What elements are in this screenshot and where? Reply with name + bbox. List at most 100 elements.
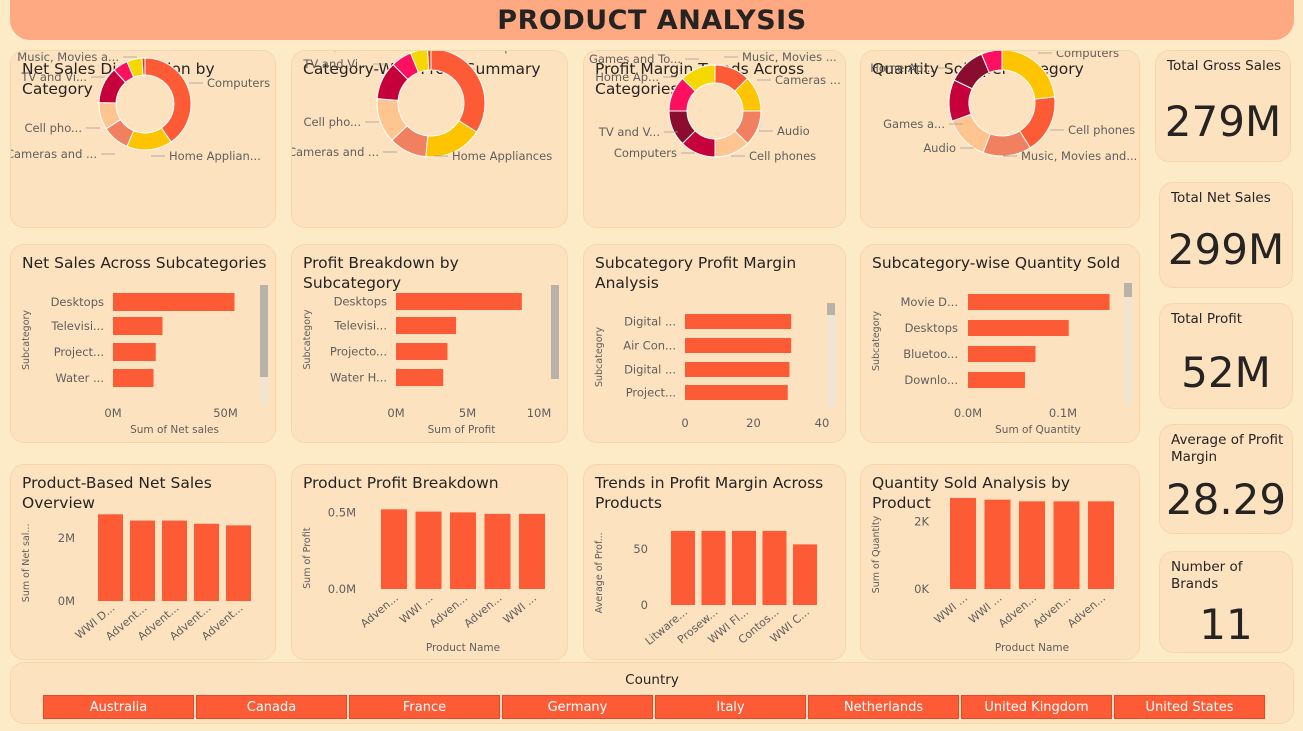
slice-label: Cell phones (1068, 123, 1135, 137)
donut-chart-svg[interactable]: Computers Home Applian... Cameras and ... C… (11, 51, 276, 228)
hbar-card-margin-subcategory[interactable]: Subcategory Profit Margin Analysis Digit… (583, 244, 846, 443)
bar[interactable] (396, 317, 457, 334)
bar[interactable] (968, 372, 1025, 388)
bar[interactable] (793, 544, 817, 605)
bar[interactable] (415, 511, 442, 589)
page-header: PRODUCT ANALYSIS (10, 0, 1294, 40)
bar[interactable] (113, 317, 163, 335)
kpi-card-average-profit-margin[interactable]: Average of Profit Margin 28.29 (1159, 424, 1293, 534)
vbar-card-margin-product[interactable]: Trends in Profit Margin Across Products … (583, 464, 846, 660)
donut-slice[interactable] (144, 57, 192, 143)
scrollbar-thumb[interactable] (827, 303, 835, 315)
bar[interactable] (701, 530, 726, 605)
bar[interactable] (396, 343, 448, 360)
bar[interactable] (1053, 501, 1080, 589)
axis-tick-label: 10M (527, 406, 552, 420)
kpi-card-total-profit[interactable]: Total Profit 52M (1159, 303, 1293, 409)
donut-slice[interactable] (1001, 50, 1056, 100)
donut-card-net-sales-category[interactable]: Net Sales Distribution by Category Compu… (10, 50, 276, 228)
kpi-card-total-gross-sales[interactable]: Total Gross Sales 279M (1155, 50, 1291, 162)
slice-label: Cell pho... (303, 115, 361, 129)
scrollbar[interactable] (1124, 283, 1132, 403)
scrollbar[interactable] (260, 285, 268, 403)
slicer-option-united-kingdom[interactable]: United Kingdom (961, 695, 1112, 719)
donut-chart-svg[interactable]: ComputersHome AppliancesCameras and ...C… (292, 51, 568, 228)
bar[interactable] (484, 513, 511, 589)
slice-label: Music, Movies ... (742, 50, 837, 64)
axis-tick-label: 50 (633, 542, 648, 556)
bar[interactable] (984, 499, 1011, 589)
scrollbar[interactable] (551, 285, 559, 379)
vbar-chart-svg[interactable]: WWI ...WWI ...Adven...Adven...Adven...0K… (861, 465, 1140, 660)
bar-category-label: Desktops (51, 295, 104, 309)
hbar-chart-svg[interactable]: Digital ... Air Con... Digital ... Project.… (584, 245, 846, 443)
bar[interactable] (113, 293, 235, 311)
hbar-card-net-sales-subcategory[interactable]: Net Sales Across Subcategories Desktops T… (10, 244, 276, 443)
kpi-card-number-of-brands[interactable]: Number of Brands 11 (1159, 551, 1293, 653)
bar[interactable] (671, 530, 695, 605)
bar[interactable] (685, 338, 792, 353)
donut-card-profit-category[interactable]: Category-Wise Profit Summary ComputersHo… (291, 50, 568, 228)
bar[interactable] (98, 514, 123, 601)
bar[interactable] (968, 320, 1069, 336)
bar[interactable] (685, 385, 788, 400)
bar[interactable] (113, 369, 154, 387)
slicer-option-united-states[interactable]: United States (1114, 695, 1265, 719)
slicer-option-australia[interactable]: Australia (43, 695, 194, 719)
donut-card-quantity-category[interactable]: Quantity Sold per Category ComputersCell… (860, 50, 1140, 228)
donut-slice[interactable] (430, 50, 486, 133)
hbar-chart-svg[interactable]: Movie D... Desktops Bluetoo... Downlo... 0.0… (861, 245, 1140, 443)
bar[interactable] (685, 314, 792, 329)
bar[interactable] (519, 513, 545, 589)
slice-label: Cameras and ... (10, 147, 97, 161)
kpi-value: 11 (1199, 600, 1253, 649)
bar[interactable] (1088, 501, 1114, 589)
vbar-card-quantity-product[interactable]: Quantity Sold Analysis by Product WWI ..… (860, 464, 1140, 660)
donut-chart-svg[interactable]: Computers Cell phones Music, Movies and...… (861, 51, 1140, 228)
bar[interactable] (732, 530, 756, 605)
slice-label: Home Ap... (595, 70, 659, 84)
hbar-chart-svg[interactable]: Desktops Televisi... Project... Water ... 0M… (11, 245, 276, 443)
slice-label: Music, Movie... (301, 50, 386, 53)
bar[interactable] (396, 293, 522, 310)
slicer-option-italy[interactable]: Italy (655, 695, 806, 719)
kpi-card-total-net-sales[interactable]: Total Net Sales 299M (1159, 182, 1293, 288)
bar[interactable] (1019, 501, 1045, 589)
slicer-option-france[interactable]: France (349, 695, 500, 719)
slicer-option-netherlands[interactable]: Netherlands (808, 695, 959, 719)
scrollbar[interactable] (827, 303, 835, 407)
bar[interactable] (226, 525, 251, 601)
scrollbar-thumb[interactable] (1124, 283, 1132, 297)
vbar-chart-svg[interactable]: WWI D...Advent...Advent...Advent...Adven… (11, 465, 276, 660)
vbar-chart-svg[interactable]: Litware...Prosew...WWI Fl...Contos...WWI… (584, 465, 846, 660)
bar[interactable] (162, 520, 187, 601)
bar[interactable] (685, 362, 790, 377)
x-axis-title: Sum of Profit (428, 424, 496, 436)
bar[interactable] (950, 497, 976, 589)
hbar-card-quantity-subcategory[interactable]: Subcategory-wise Quantity Sold Movie D..… (860, 244, 1140, 443)
bar[interactable] (194, 523, 219, 601)
donut-card-margin-category[interactable]: Profit Margin Trends Across Categories M… (583, 50, 846, 228)
vbar-card-profit-product[interactable]: Product Profit Breakdown Adven... WWI ...… (291, 464, 568, 660)
bar[interactable] (381, 509, 407, 589)
scrollbar-thumb[interactable] (260, 285, 268, 377)
bar[interactable] (130, 520, 155, 601)
hbar-card-profit-subcategory[interactable]: Profit Breakdown by Subcategory Desktops… (291, 244, 568, 443)
bar[interactable] (762, 530, 787, 605)
country-slicer[interactable]: Country Australia Canada France Germany … (10, 662, 1294, 724)
vbar-card-net-sales-product[interactable]: Product-Based Net Sales Overview WWI D..… (10, 464, 276, 660)
donut-chart-svg[interactable]: Music, Movies ... Cameras ... Audio Cell ph… (584, 51, 846, 228)
bar[interactable] (450, 512, 476, 589)
slicer-option-canada[interactable]: Canada (196, 695, 347, 719)
bar[interactable] (968, 346, 1036, 362)
bar[interactable] (968, 294, 1110, 310)
vbar-chart-svg[interactable]: Adven...WWI ...Adven...Adven...WWI ...0.… (292, 465, 568, 660)
bar[interactable] (396, 369, 444, 386)
donut-slice[interactable] (951, 113, 991, 154)
slicer-option-germany[interactable]: Germany (502, 695, 653, 719)
hbar-chart-svg[interactable]: Desktops Televisi... Projecto... Water H...… (292, 245, 568, 443)
bar[interactable] (113, 343, 156, 361)
slice-label: TV and Vi... (302, 57, 369, 71)
scrollbar-thumb[interactable] (551, 285, 559, 379)
y-axis-title: Subcategory (21, 310, 32, 370)
